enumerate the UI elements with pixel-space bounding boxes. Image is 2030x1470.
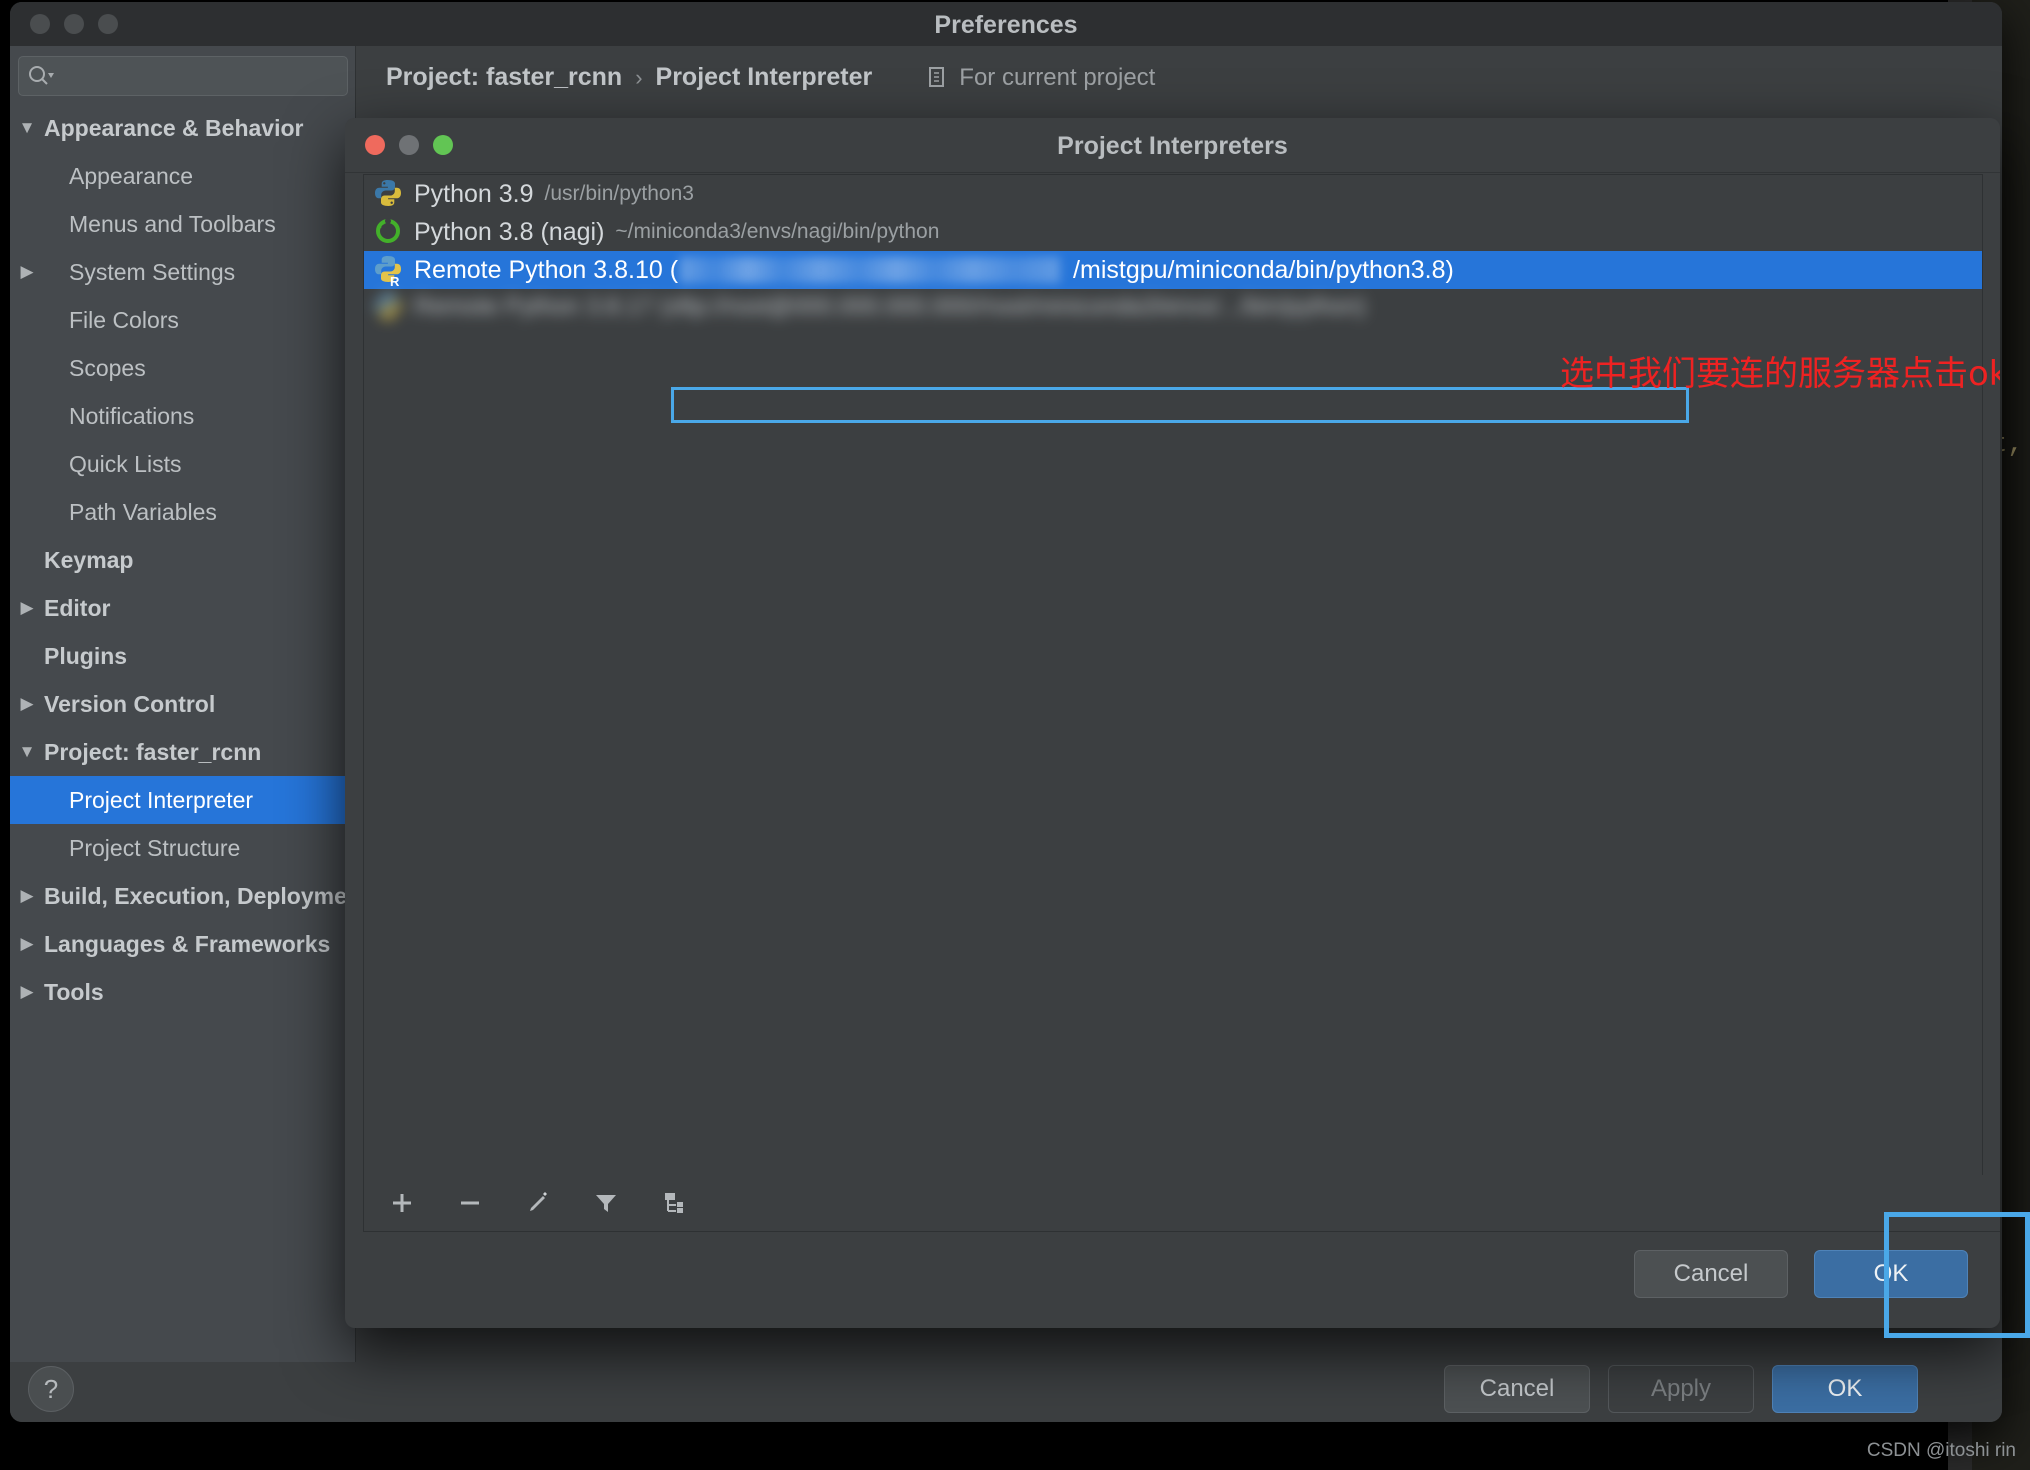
sidebar-item-tools[interactable]: ▶ Tools — [10, 968, 355, 1016]
sidebar-item-path-variables[interactable]: Path Variables — [10, 488, 355, 536]
sidebar-item-project-interpreter[interactable]: Project Interpreter — [10, 776, 355, 824]
sidebar-item-plugins[interactable]: Plugins — [10, 632, 355, 680]
chevron-down-icon[interactable]: ▼ — [10, 118, 44, 138]
dialog-titlebar: Project Interpreters — [345, 118, 2000, 173]
remote-python-icon: R — [372, 253, 408, 289]
remove-interpreter-icon[interactable] — [450, 1183, 490, 1223]
interpreter-path: ~/miniconda3/envs/nagi/bin/python — [615, 220, 940, 243]
project-scope-badge[interactable]: For current project — [925, 64, 1155, 92]
project-interpreters-dialog: Project Interpreters Python 3.9 /usr/bin… — [345, 118, 2000, 1328]
sidebar-item-system-settings[interactable]: ▶ System Settings — [10, 248, 355, 296]
copy-icon — [929, 66, 945, 87]
interpreter-path: /usr/bin/python3 — [544, 182, 694, 205]
sidebar-item-file-colors[interactable]: File Colors — [10, 296, 355, 344]
chevron-down-icon[interactable]: ▼ — [10, 742, 44, 762]
search-field[interactable] — [18, 56, 348, 97]
interpreter-path-tail: /mistgpu/miniconda/bin/python3.8) — [1073, 255, 1454, 284]
sidebar-item-label: Project Structure — [69, 834, 241, 861]
search-input[interactable] — [61, 57, 345, 97]
chevron-right-icon[interactable]: ▶ — [10, 934, 44, 954]
interpreter-list[interactable]: Python 3.9 /usr/bin/python3 Python 3.8 (… — [363, 174, 1983, 1176]
python-icon — [372, 177, 408, 211]
sidebar-item-quick-lists[interactable]: Quick Lists — [10, 440, 355, 488]
list-item-blurred[interactable]: Remote Python 3.8.17 (sftp://root@000.00… — [364, 289, 1982, 325]
sidebar-item-editor[interactable]: ▶ Editor — [10, 584, 355, 632]
preferences-window-title: Preferences — [934, 11, 1078, 39]
annotation-note: 选中我们要连的服务器点击ok — [1560, 354, 2000, 394]
breadcrumb: Project: faster_rcnn › Project Interpret… — [386, 63, 1155, 92]
sidebar-item-scopes[interactable]: Scopes — [10, 344, 355, 392]
dialog-title: Project Interpreters — [1057, 132, 1288, 160]
breadcrumb-page: Project Interpreter — [655, 63, 873, 91]
remote-python-icon — [372, 290, 408, 324]
interpreter-list-toolbar — [363, 1175, 2000, 1232]
sidebar-item-label: Project Interpreter — [69, 786, 254, 813]
sidebar-item-label: Appearance & Behavior — [44, 114, 304, 141]
chevron-right-icon[interactable]: ▶ — [10, 982, 44, 1002]
chevron-right-icon[interactable]: ▶ — [10, 598, 44, 618]
sidebar-item-project-structure[interactable]: Project Structure — [10, 824, 355, 872]
show-paths-icon[interactable] — [654, 1183, 694, 1223]
sidebar-item-label: Languages & Frameworks — [44, 930, 331, 957]
dialog-cancel-button[interactable]: Cancel — [1634, 1250, 1788, 1298]
sidebar-item-appearance-behavior[interactable]: ▼ Appearance & Behavior — [10, 104, 355, 152]
edit-interpreter-icon[interactable] — [518, 1183, 558, 1223]
breadcrumb-project[interactable]: Project: faster_rcnn — [386, 63, 622, 92]
sidebar-item-label: Notifications — [69, 402, 195, 429]
preferences-titlebar: Preferences — [10, 2, 2002, 47]
sidebar-item-label: Build, Execution, Deployment — [44, 882, 355, 909]
annotation-rect-selected-row — [671, 387, 1689, 423]
list-item[interactable]: Python 3.9 /usr/bin/python3 — [364, 175, 1982, 213]
help-button[interactable]: ? — [28, 1366, 74, 1412]
filter-icon[interactable] — [586, 1183, 626, 1223]
watermark: CSDN @itoshi rin — [1866, 1440, 2016, 1461]
sidebar-item-label: System Settings — [69, 258, 236, 285]
add-interpreter-icon[interactable] — [382, 1183, 422, 1223]
dialog-ok-button[interactable]: OK — [1814, 1250, 1968, 1298]
interpreter-name: Remote Python 3.8.17 (sftp://root@000.00… — [414, 293, 1366, 320]
sidebar-item-menus-and-toolbars[interactable]: Menus and Toolbars — [10, 200, 355, 248]
sidebar-item-label: Appearance — [69, 162, 194, 189]
preferences-apply-button: Apply — [1608, 1365, 1754, 1413]
chevron-right-icon[interactable]: ▶ — [10, 886, 44, 906]
sidebar-item-project-faster-rcnn[interactable]: ▼ Project: faster_rcnn — [10, 728, 355, 776]
list-item-selected[interactable]: R Remote Python 3.8.10 ( /mistgpu/minico… — [364, 251, 1982, 289]
sidebar-item-label: Version Control — [44, 690, 216, 717]
list-item[interactable]: Python 3.8 (nagi) ~/miniconda3/envs/nagi… — [364, 213, 1982, 251]
preferences-cancel-button[interactable]: Cancel — [1444, 1365, 1590, 1413]
sidebar-item-keymap[interactable]: Keymap — [10, 536, 355, 584]
sidebar-item-build-execution-deployment[interactable]: ▶ Build, Execution, Deployment — [10, 872, 355, 920]
sidebar-item-version-control[interactable]: ▶ Version Control — [10, 680, 355, 728]
settings-tree[interactable]: ▼ Appearance & Behavior Appearance Menus an… — [10, 104, 355, 1362]
anaconda-icon — [372, 215, 408, 249]
chevron-right-icon[interactable]: ▶ — [10, 694, 44, 714]
search-icon — [29, 66, 54, 85]
svg-text:R: R — [390, 274, 400, 287]
sidebar-item-label: Project: faster_rcnn — [44, 738, 262, 765]
project-scope-label: For current project — [959, 63, 1156, 91]
sidebar-item-label: Quick Lists — [69, 450, 182, 477]
preferences-sidebar: ▼ Appearance & Behavior Appearance Menus an… — [10, 46, 356, 1362]
sidebar-item-label: Editor — [44, 594, 111, 621]
sidebar-item-label: Menus and Toolbars — [69, 210, 276, 237]
censored-host-blur — [680, 257, 1061, 283]
interpreter-name: Python 3.8 (nagi) — [414, 217, 605, 246]
sidebar-item-label: File Colors — [69, 306, 179, 333]
sidebar-item-label: Path Variables — [69, 498, 217, 525]
interpreter-name: Python 3.9 — [414, 179, 534, 208]
sidebar-item-notifications[interactable]: Notifications — [10, 392, 355, 440]
sidebar-item-label: Scopes — [69, 354, 146, 381]
breadcrumb-separator: › — [635, 64, 643, 90]
sidebar-item-appearance[interactable]: Appearance — [10, 152, 355, 200]
chevron-right-icon[interactable]: ▶ — [10, 262, 44, 282]
interpreter-name: Remote Python 3.8.10 ( — [414, 255, 679, 284]
sidebar-item-label: Tools — [44, 978, 104, 1005]
preferences-bottom-bar: ? Cancel Apply OK — [10, 1362, 2002, 1422]
preferences-ok-button[interactable]: OK — [1772, 1365, 1918, 1413]
sidebar-item-label: Plugins — [44, 642, 128, 669]
sidebar-item-label: Keymap — [44, 546, 134, 573]
sidebar-item-languages-frameworks[interactable]: ▶ Languages & Frameworks — [10, 920, 355, 968]
